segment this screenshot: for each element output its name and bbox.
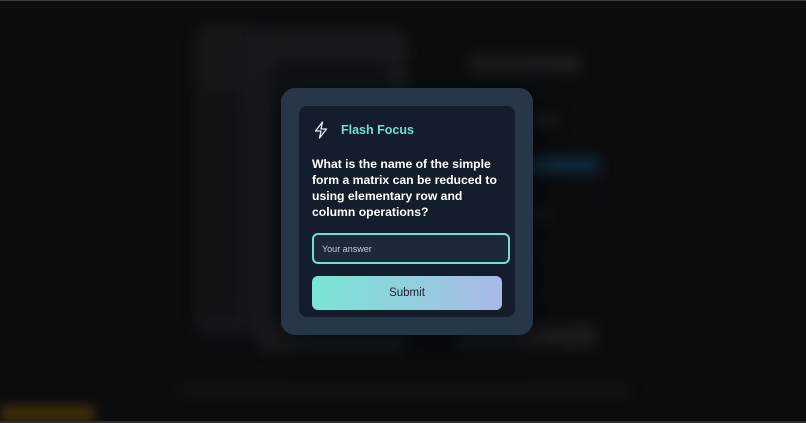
- answer-input[interactable]: [312, 233, 510, 264]
- flash-focus-card: Flash Focus What is the name of the simp…: [299, 106, 515, 317]
- background-strip: [200, 90, 240, 320]
- background-heading: [470, 55, 580, 73]
- question-text: What is the name of the simple form a ma…: [312, 157, 497, 219]
- submit-button[interactable]: Submit: [312, 276, 502, 310]
- brand-name: Flash Focus: [341, 123, 414, 137]
- modal-header: Flash Focus: [313, 120, 414, 140]
- flash-focus-modal: Flash Focus What is the name of the simp…: [281, 88, 533, 335]
- lightning-bolt-icon: [313, 121, 329, 139]
- background-footer: [180, 385, 630, 395]
- top-border: [0, 0, 806, 1]
